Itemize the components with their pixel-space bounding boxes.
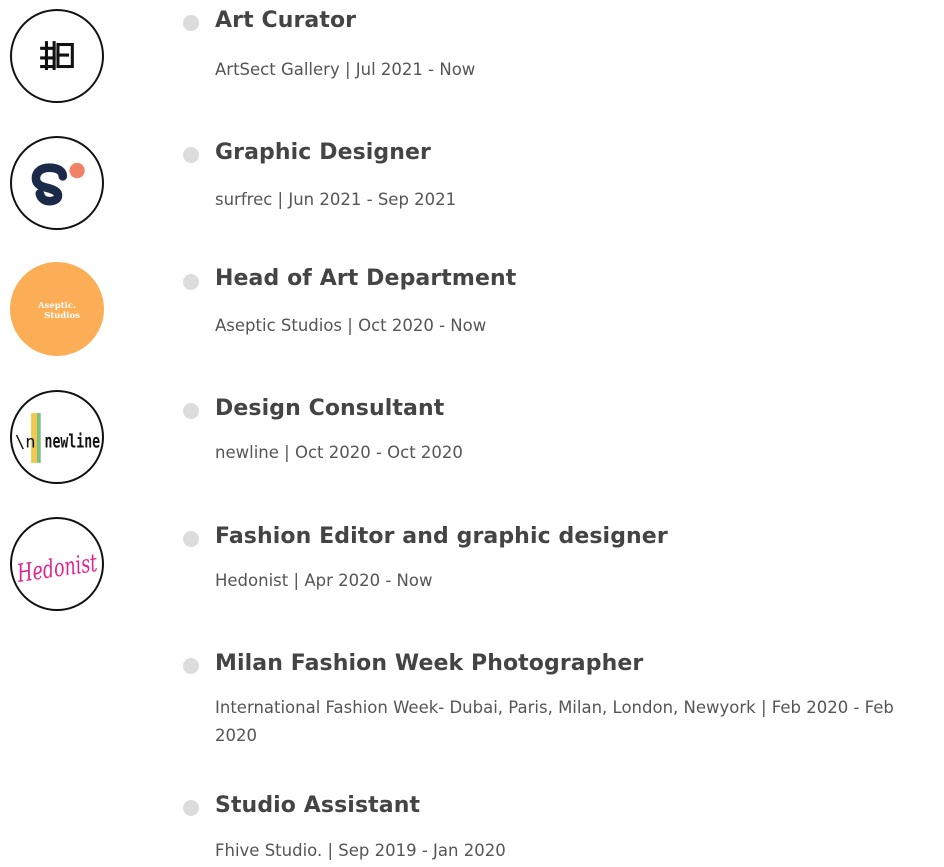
- newline-logo: \n newline: [10, 390, 104, 484]
- company-name: International Fashion Week- Dubai, Paris…: [215, 698, 756, 717]
- job-period: Sep 2019 - Jan 2020: [338, 841, 506, 860]
- hedonist-logo: Hedonist: [10, 517, 104, 611]
- timeline-bullet: [183, 147, 199, 163]
- company-name: Hedonist: [215, 571, 289, 590]
- job-title: Studio Assistant: [215, 793, 421, 818]
- timeline-bullet: [183, 403, 199, 419]
- timeline-bullet: [183, 800, 199, 816]
- timeline-bullet: [183, 658, 199, 674]
- job-meta: International Fashion Week- Dubai, Paris…: [215, 698, 894, 745]
- timeline-bullet: [183, 15, 199, 31]
- company-name: Fhive Studio.: [215, 841, 323, 860]
- svg-text:\n: \n: [15, 433, 36, 453]
- job-period: Jun 2021 - Sep 2021: [288, 190, 457, 209]
- job-meta: surfrec | Jun 2021 - Sep 2021: [215, 190, 457, 209]
- job-meta: Hedonist | Apr 2020 - Now: [215, 571, 433, 590]
- job-title: Head of Art Department: [215, 266, 517, 291]
- experience-timeline: Art Curator ArtSect Gallery | Jul 2021 -…: [0, 0, 944, 867]
- job-title: Design Consultant: [215, 396, 445, 421]
- timeline-bullet: [183, 274, 199, 290]
- company-name: Aseptic Studios: [215, 316, 343, 335]
- job-meta: Fhive Studio. | Sep 2019 - Jan 2020: [215, 841, 506, 860]
- timeline-bullet: [183, 531, 199, 547]
- job-title: Graphic Designer: [215, 140, 432, 165]
- artsect-gallery-logo: [10, 9, 104, 103]
- aseptic-logo-line-1: Aseptic.: [37, 301, 76, 311]
- job-meta: Aseptic Studios | Oct 2020 - Now: [215, 316, 487, 335]
- surfrec-logo: [10, 136, 104, 230]
- job-period: Apr 2020 - Now: [304, 571, 433, 590]
- newline-logo-text: newline: [45, 432, 101, 453]
- job-title: Art Curator: [215, 8, 357, 33]
- job-period: Oct 2020 - Oct 2020: [294, 443, 463, 462]
- job-meta: newline | Oct 2020 - Oct 2020: [215, 443, 463, 462]
- company-name: surfrec: [215, 190, 273, 209]
- job-meta: ArtSect Gallery | Jul 2021 - Now: [215, 60, 476, 79]
- hedonist-logo-text: Hedonist: [15, 548, 100, 588]
- company-name: newline: [215, 443, 279, 462]
- job-title: Milan Fashion Week Photographer: [215, 651, 644, 676]
- aseptic-studios-logo: Aseptic. Studios: [10, 262, 104, 356]
- company-name: ArtSect Gallery: [215, 60, 340, 79]
- job-period: Jul 2021 - Now: [355, 60, 476, 79]
- job-title: Fashion Editor and graphic designer: [215, 524, 668, 549]
- job-period: Oct 2020 - Now: [358, 316, 487, 335]
- aseptic-logo-line-2: Studios: [44, 311, 80, 321]
